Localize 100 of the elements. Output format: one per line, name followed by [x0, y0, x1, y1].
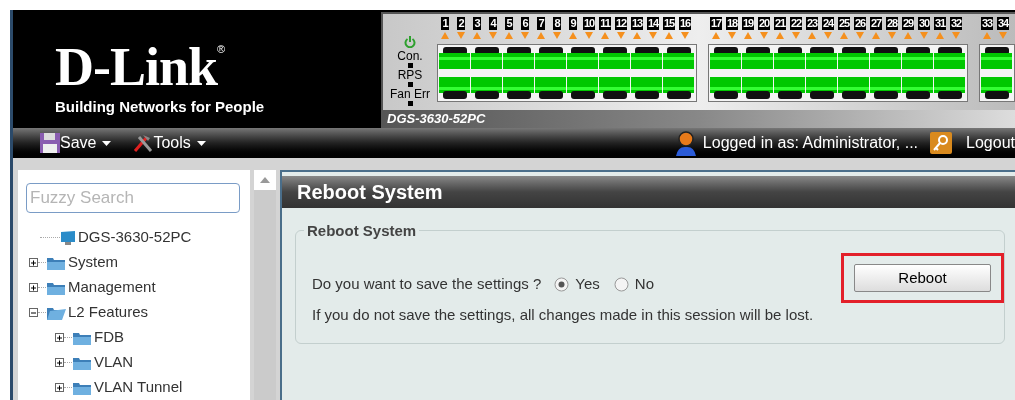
up-triangle-icon: [983, 32, 991, 39]
tools-icon: [133, 133, 154, 153]
indicator-label: RPS: [397, 69, 423, 81]
port-number: 18: [725, 17, 739, 30]
up-triangle-icon: [473, 32, 481, 39]
down-triangle-icon: [792, 32, 800, 39]
toolbar-menu[interactable]: Save: [40, 131, 112, 155]
port-number: 31: [933, 17, 947, 30]
save-question: Do you want to save the settings ?: [312, 274, 542, 294]
down-triangle-icon: [649, 32, 657, 39]
port-number: 30: [917, 17, 931, 30]
port-number: 29: [901, 17, 915, 30]
up-triangle-icon: [505, 32, 513, 39]
port-number: 2: [457, 17, 465, 30]
port-number: 26: [853, 17, 867, 30]
indicator-led: [407, 82, 413, 87]
port-number: 28: [885, 17, 899, 30]
up-triangle-icon: [569, 32, 577, 39]
port-number: 6: [521, 17, 529, 30]
collapse-icon[interactable]: [29, 308, 38, 317]
tree-item[interactable]: VLAN Tunnel: [94, 376, 183, 399]
key-icon: [930, 132, 953, 154]
port-number: 1: [441, 17, 449, 30]
indicator-led: [407, 63, 413, 68]
up-triangle-icon: [872, 32, 880, 39]
port-number: 11: [599, 17, 611, 30]
down-triangle-icon: [489, 32, 497, 39]
port-number: 33: [980, 17, 994, 30]
tree-item[interactable]: VLAN: [94, 351, 134, 374]
scrollbar[interactable]: [254, 170, 276, 400]
down-triangle-icon: [824, 32, 832, 39]
down-triangle-icon: [681, 32, 689, 39]
port-number: 15: [662, 17, 676, 30]
down-triangle-icon: [952, 32, 960, 39]
port-number: 14: [646, 17, 660, 30]
port-number: 34: [996, 17, 1010, 30]
up-triangle-icon: [665, 32, 673, 39]
up-triangle-icon: [776, 32, 784, 39]
tree-item[interactable]: System: [68, 251, 118, 274]
reboot-button[interactable]: Reboot: [854, 264, 991, 292]
search-field[interactable]: Fuzzy Search: [26, 183, 240, 213]
up-triangle-icon: [744, 32, 752, 39]
brand-tagline: Building Networks for People: [55, 98, 265, 116]
port-number: 13: [630, 17, 644, 30]
down-triangle-icon: [585, 32, 593, 39]
port-number: 10: [582, 17, 596, 30]
port-number: 21: [773, 17, 787, 30]
expand-icon[interactable]: [29, 258, 38, 267]
port-number: 12: [614, 17, 628, 30]
expand-icon[interactable]: [55, 358, 64, 367]
down-triangle-icon: [521, 32, 529, 39]
tree-item[interactable]: FDB: [94, 326, 124, 349]
brand-logo: D-Link: [55, 40, 218, 94]
down-triangle-icon: [888, 32, 896, 39]
up-triangle-icon: [441, 32, 449, 39]
radio-label: Yes: [575, 274, 600, 294]
port-number: 20: [757, 17, 771, 30]
port-number: 7: [537, 17, 545, 30]
indicator-led: [407, 101, 413, 106]
up-triangle-icon: [601, 32, 609, 39]
down-triangle-icon: [553, 32, 561, 39]
user-icon: [673, 130, 698, 156]
port-number: 9: [569, 17, 577, 30]
port-number: 25: [837, 17, 851, 30]
radio-button[interactable]: [613, 276, 629, 292]
tree-item[interactable]: L2 Features: [68, 301, 149, 324]
expand-icon[interactable]: [29, 283, 38, 292]
down-triangle-icon: [617, 32, 625, 39]
port-number: 23: [805, 17, 819, 30]
logout-link[interactable]: Logout: [966, 131, 1015, 155]
radio-button[interactable]: [554, 276, 570, 292]
warning-note: If you do not save the settings, all changes made in this session will be lost.: [312, 305, 814, 325]
indicator-label: Fan Err: [390, 88, 430, 100]
indicator-label: Con.: [397, 50, 423, 62]
down-triangle-icon: [760, 32, 768, 39]
port-number: 19: [741, 17, 755, 30]
toolbar-menu[interactable]: Tools: [133, 131, 206, 155]
port-number: 27: [869, 17, 883, 30]
port-block-drawing: [979, 44, 1015, 102]
up-triangle-icon: [840, 32, 848, 39]
caret-icon: [102, 140, 112, 146]
up-triangle-icon: [712, 32, 720, 39]
port-number: 5: [505, 17, 513, 30]
registered-mark: ®: [217, 42, 226, 55]
up-triangle-icon: [537, 32, 545, 39]
page-title: Reboot System: [297, 180, 443, 205]
tree-item[interactable]: Management: [68, 276, 156, 299]
up-triangle-icon: [808, 32, 816, 39]
up-triangle-icon: [904, 32, 912, 39]
expand-icon[interactable]: [55, 383, 64, 392]
expand-icon[interactable]: [55, 333, 64, 342]
scroll-up-arrow-icon[interactable]: [260, 177, 270, 183]
down-triangle-icon: [457, 32, 465, 39]
tree-item[interactable]: DGS-3630-52PC: [78, 226, 192, 249]
down-triangle-icon: [999, 32, 1007, 39]
port-number: 4: [489, 17, 497, 30]
port-number: 16: [678, 17, 692, 30]
device-model-label: DGS-3630-52PC: [387, 112, 486, 126]
port-number: 17: [709, 17, 723, 30]
down-triangle-icon: [856, 32, 864, 39]
